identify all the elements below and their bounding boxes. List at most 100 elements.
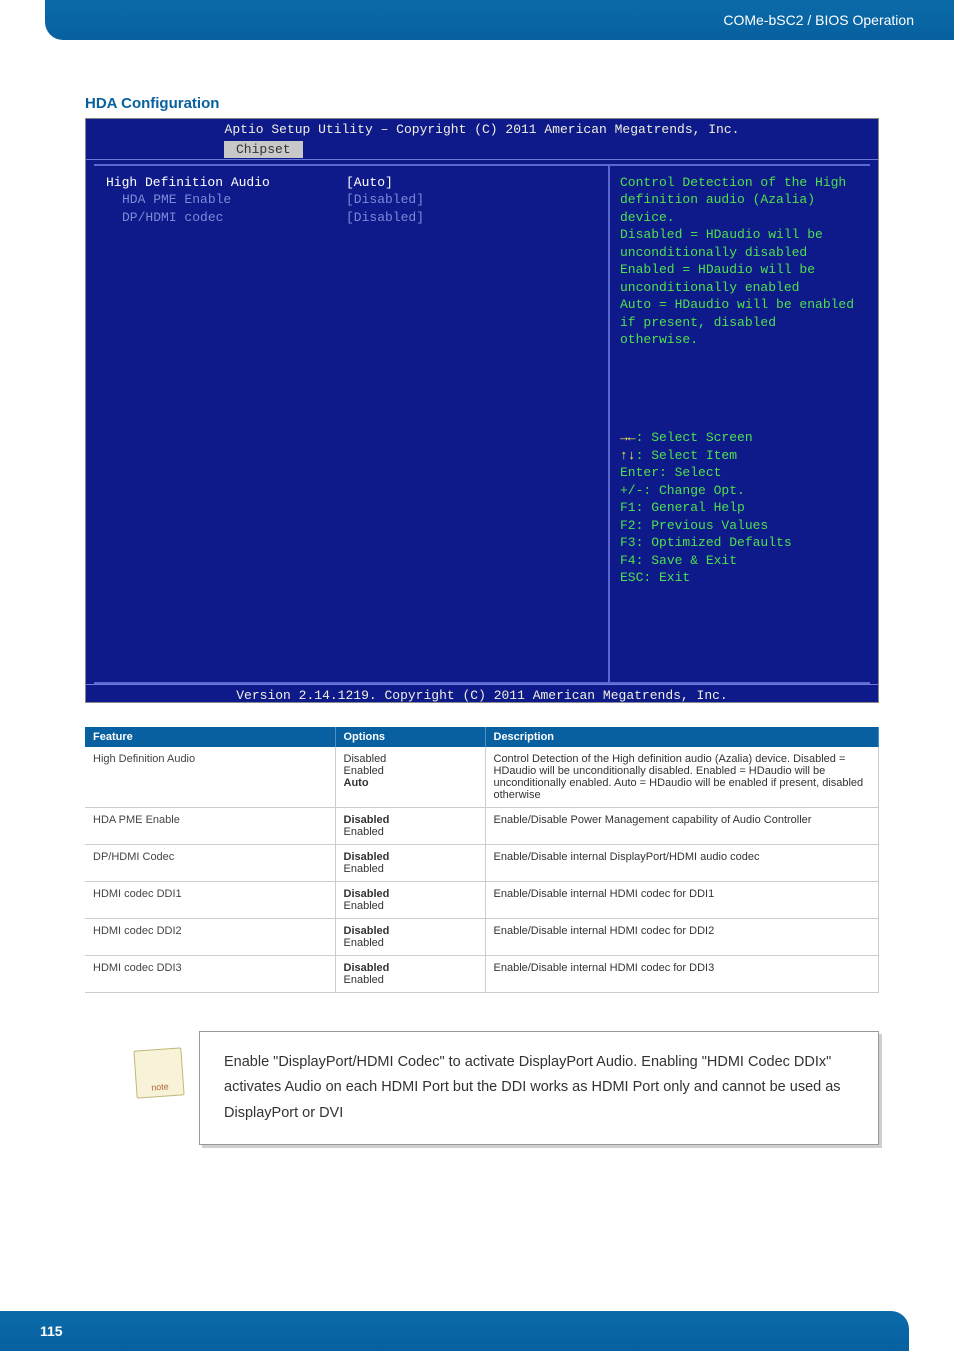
bios-setting-label: HDA PME Enable: [106, 191, 346, 209]
bios-key: +/-: [620, 483, 643, 498]
bios-key: ESC: [620, 570, 643, 585]
bios-key-desc: : Exit: [643, 570, 690, 585]
bios-help-pane: Control Detection of the Highdefinition …: [610, 166, 870, 682]
bios-key: Enter: [620, 465, 659, 480]
bios-key-legend-row: F1: General Help: [620, 499, 860, 517]
cell-description: Enable/Disable internal HDMI codec for D…: [485, 919, 879, 956]
bios-setting-row[interactable]: High Definition Audio[Auto]: [106, 174, 596, 192]
cell-options: DisabledEnabled: [335, 845, 485, 882]
bios-key: F3: [620, 535, 636, 550]
option-line: Enabled: [344, 974, 477, 986]
bios-key-legend: →←: Select Screen↑↓: Select ItemEnter: S…: [620, 429, 860, 587]
option-line: Disabled: [344, 851, 477, 863]
bios-key-desc: : General Help: [636, 500, 745, 515]
option-line: Enabled: [344, 765, 477, 777]
bios-help-line: unconditionally enabled: [620, 279, 860, 297]
option-line: Enabled: [344, 826, 477, 838]
option-line: Disabled: [344, 753, 477, 765]
bios-help-line: Auto = HDaudio will be enabled: [620, 296, 860, 314]
bios-key-legend-row: F3: Optimized Defaults: [620, 534, 860, 552]
note-callout: note Enable "DisplayPort/HDMI Codec" to …: [135, 1031, 879, 1145]
breadcrumb: COMe-bSC2 / BIOS Operation: [723, 12, 914, 28]
bios-help-text: Control Detection of the Highdefinition …: [620, 174, 860, 349]
cell-options: DisabledEnabled: [335, 919, 485, 956]
bios-settings-pane: High Definition Audio[Auto]HDA PME Enabl…: [94, 166, 610, 682]
cell-options: DisabledEnabled: [335, 882, 485, 919]
table-row: HDMI codec DDI2DisabledEnabledEnable/Dis…: [85, 919, 879, 956]
option-line: Disabled: [344, 888, 477, 900]
option-line: Auto: [344, 777, 477, 789]
bios-tab-chipset[interactable]: Chipset: [224, 141, 303, 159]
cell-feature: HDMI codec DDI3: [85, 956, 335, 993]
cell-options: DisabledEnabled: [335, 956, 485, 993]
table-row: HDMI codec DDI3DisabledEnabledEnable/Dis…: [85, 956, 879, 993]
option-line: Enabled: [344, 900, 477, 912]
bios-title: Aptio Setup Utility – Copyright (C) 2011…: [86, 121, 878, 139]
bios-key-desc: : Change Opt.: [643, 483, 744, 498]
bios-help-line: device.: [620, 209, 860, 227]
bios-setting-value: [Disabled]: [346, 191, 526, 209]
cell-description: Control Detection of the High definition…: [485, 747, 879, 808]
note-icon: note: [133, 1047, 184, 1098]
bios-help-line: unconditionally disabled: [620, 244, 860, 262]
bios-help-line: if present, disabled otherwise.: [620, 314, 860, 349]
cell-feature: High Definition Audio: [85, 747, 335, 808]
cell-description: Enable/Disable internal HDMI codec for D…: [485, 882, 879, 919]
table-row: High Definition AudioDisabledEnabledAuto…: [85, 747, 879, 808]
bios-setting-value: [Disabled]: [346, 209, 526, 227]
bios-key-legend-row: ESC: Exit: [620, 569, 860, 587]
bios-setting-row[interactable]: DP/HDMI codec[Disabled]: [106, 209, 596, 227]
bios-key-legend-row: F2: Previous Values: [620, 517, 860, 535]
bios-key-legend-row: F4: Save & Exit: [620, 552, 860, 570]
cell-options: DisabledEnabledAuto: [335, 747, 485, 808]
bios-key-desc: : Previous Values: [636, 518, 769, 533]
bios-key-legend-row: ↑↓: Select Item: [620, 447, 860, 465]
bios-key-legend-row: →←: Select Screen: [620, 429, 860, 447]
page-number: 115: [40, 1323, 63, 1339]
bios-help-line: Control Detection of the High: [620, 174, 860, 192]
bios-help-line: Enabled = HDaudio will be: [620, 261, 860, 279]
option-line: Disabled: [344, 962, 477, 974]
bios-key-desc: : Save & Exit: [636, 553, 737, 568]
bios-key-desc: : Select Item: [636, 448, 737, 463]
option-line: Enabled: [344, 937, 477, 949]
bios-key: →←: [620, 430, 636, 445]
header-band: COMe-bSC2 / BIOS Operation: [45, 0, 954, 40]
table-header-description: Description: [485, 727, 879, 747]
option-line: Disabled: [344, 925, 477, 937]
cell-feature: HDA PME Enable: [85, 808, 335, 845]
bios-setting-label: High Definition Audio: [106, 174, 346, 192]
section-title: HDA Configuration: [85, 95, 879, 112]
cell-feature: HDMI codec DDI2: [85, 919, 335, 956]
bios-top-bar: Aptio Setup Utility – Copyright (C) 2011…: [86, 119, 878, 160]
cell-options: DisabledEnabled: [335, 808, 485, 845]
option-line: Enabled: [344, 863, 477, 875]
table-header-feature: Feature: [85, 727, 335, 747]
cell-feature: HDMI codec DDI1: [85, 882, 335, 919]
table-row: HDMI codec DDI1DisabledEnabledEnable/Dis…: [85, 882, 879, 919]
bios-help-line: Disabled = HDaudio will be: [620, 226, 860, 244]
table-row: DP/HDMI CodecDisabledEnabledEnable/Disab…: [85, 845, 879, 882]
bios-help-line: definition audio (Azalia): [620, 191, 860, 209]
bios-key-legend-row: +/-: Change Opt.: [620, 482, 860, 500]
bios-key-desc: : Select: [659, 465, 721, 480]
bios-setting-row[interactable]: HDA PME Enable[Disabled]: [106, 191, 596, 209]
table-row: HDA PME EnableDisabledEnabledEnable/Disa…: [85, 808, 879, 845]
bios-key: F1: [620, 500, 636, 515]
cell-description: Enable/Disable internal HDMI codec for D…: [485, 956, 879, 993]
cell-feature: DP/HDMI Codec: [85, 845, 335, 882]
reference-table: Feature Options Description High Definit…: [85, 727, 879, 993]
cell-description: Enable/Disable internal DisplayPort/HDMI…: [485, 845, 879, 882]
bios-screenshot: Aptio Setup Utility – Copyright (C) 2011…: [85, 118, 879, 703]
table-header-options: Options: [335, 727, 485, 747]
page-footer: 115: [0, 1311, 909, 1351]
bios-key-legend-row: Enter: Select: [620, 464, 860, 482]
bios-key: F4: [620, 553, 636, 568]
bios-key-desc: : Optimized Defaults: [636, 535, 792, 550]
bios-setting-value: [Auto]: [346, 174, 526, 192]
bios-setting-label: DP/HDMI codec: [106, 209, 346, 227]
option-line: Disabled: [344, 814, 477, 826]
bios-key: F2: [620, 518, 636, 533]
bios-key-desc: : Select Screen: [636, 430, 753, 445]
note-text: Enable "DisplayPort/HDMI Codec" to activ…: [199, 1031, 879, 1145]
